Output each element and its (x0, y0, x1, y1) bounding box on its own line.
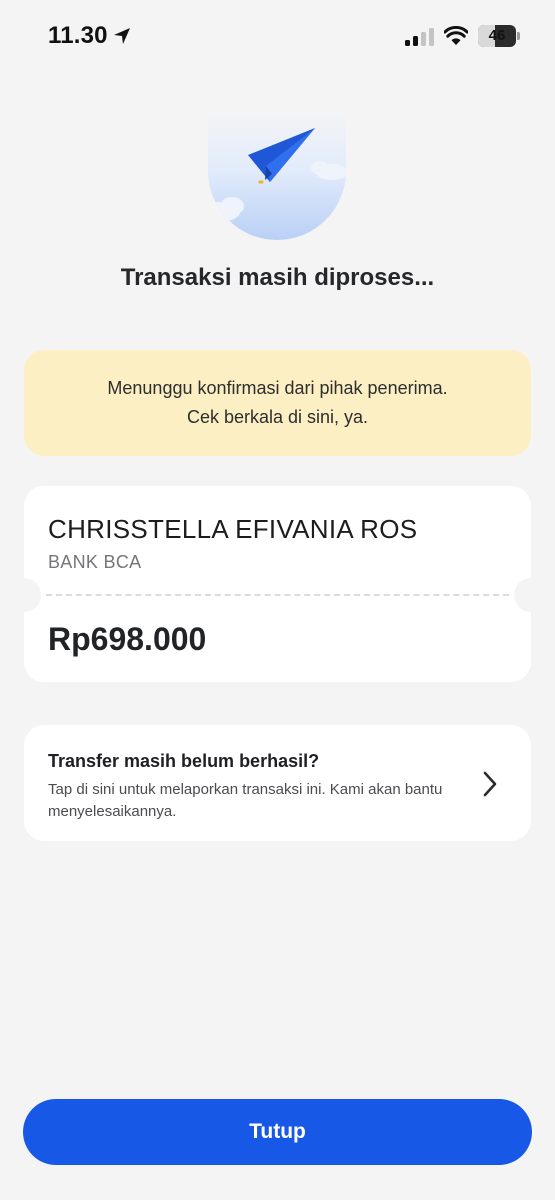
battery-icon: 46 (478, 25, 516, 47)
status-time: 11.30 (48, 22, 108, 49)
location-arrow-icon (114, 28, 130, 44)
battery-cap (517, 32, 520, 40)
wifi-icon (444, 26, 468, 45)
card-notch-left (7, 578, 41, 612)
card-notch-right (514, 578, 548, 612)
info-banner: Menunggu konfirmasi dari pihak penerima.… (24, 350, 531, 456)
info-banner-line-1: Menunggu konfirmasi dari pihak penerima. (107, 378, 448, 398)
transfer-status-screen: 11.30 46 Transaksi masih diproses... Men… (0, 0, 555, 1200)
cellular-signal-icon (405, 28, 434, 46)
card-dashed-divider (46, 594, 509, 596)
page-title: Transaksi masih diproses... (120, 264, 435, 291)
info-banner-line-2: Cek berkala di sini, ya. (186, 407, 369, 427)
report-title: Transfer masih belum berhasil? (48, 751, 320, 771)
recipient-bank: BANK BCA (48, 552, 142, 572)
battery-level: 46 (488, 27, 506, 44)
hero-illustration (208, 110, 346, 240)
report-description: Tap di sini untuk melaporkan transaksi i… (48, 781, 443, 820)
close-button[interactable]: Tutup (23, 1099, 532, 1165)
recipient-card: CHRISSTELLA EFIVANIA ROS BANK BCA Rp698.… (7, 486, 548, 682)
recipient-name: CHRISSTELLA EFIVANIA ROS (48, 514, 418, 544)
status-bar: 11.30 46 (0, 0, 555, 74)
paper-plane-icon (208, 110, 346, 240)
transfer-amount: Rp698.000 (48, 621, 207, 657)
chevron-right-icon (483, 771, 497, 797)
report-transaction-card[interactable]: Transfer masih belum berhasil? Tap di si… (24, 725, 531, 841)
